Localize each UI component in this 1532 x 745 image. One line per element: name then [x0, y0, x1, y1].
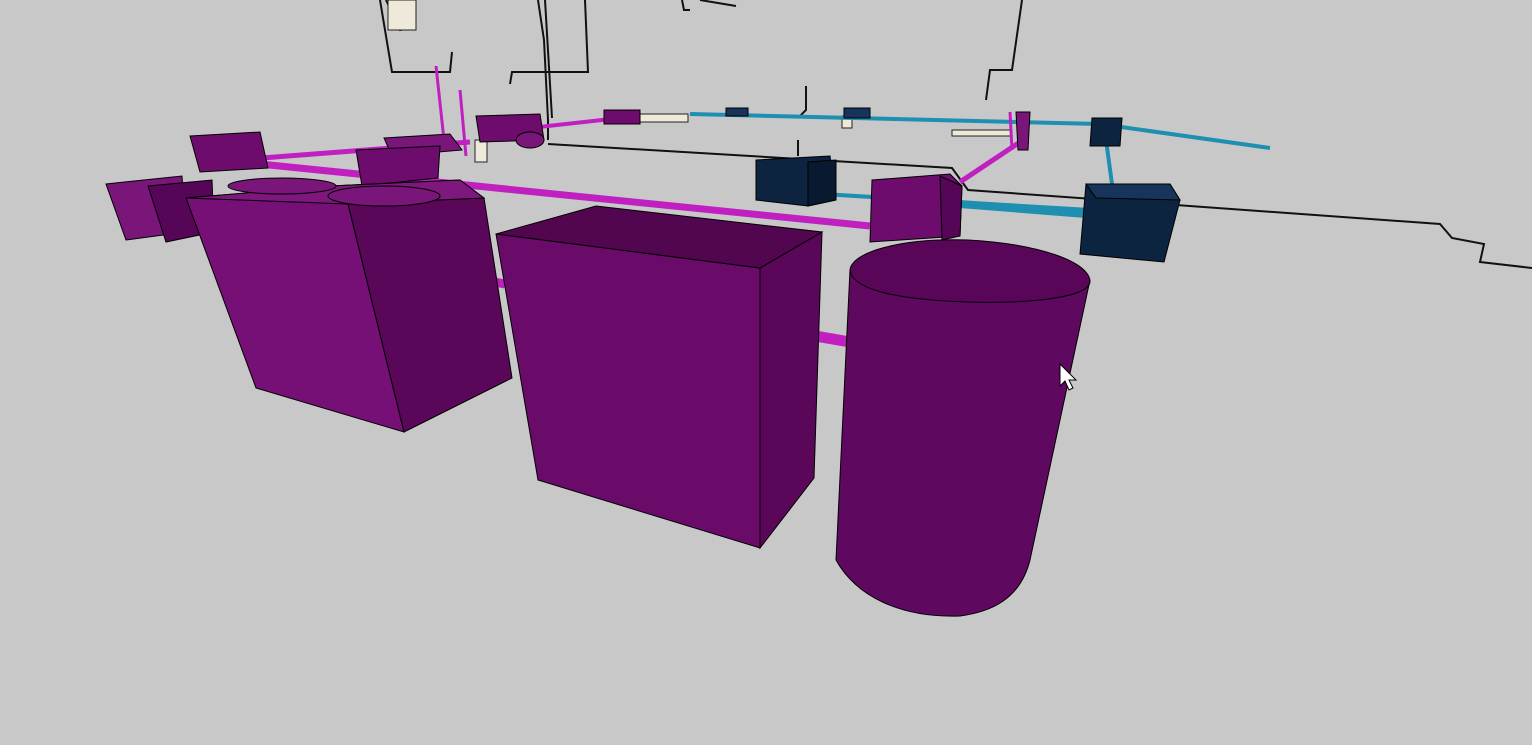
- tank-cylinder[interactable]: [835, 239, 1091, 617]
- cyan-pipe-main: [959, 200, 1087, 218]
- tank-left-hatch-1: [227, 177, 337, 195]
- scene-canvas: [105, 0, 1532, 617]
- tank-middle-front: [495, 233, 761, 549]
- tank-middle[interactable]: [495, 205, 824, 550]
- purple-box-back-left: [189, 131, 269, 173]
- tank-cylinder-body: [835, 269, 1091, 617]
- tank-middle-side: [759, 231, 823, 550]
- 3d-model-viewport[interactable]: [0, 0, 1532, 745]
- tank-left-hatch-2: [327, 185, 441, 207]
- navy-box-top: [1089, 117, 1123, 147]
- tank-cylinder-top: [849, 239, 1091, 303]
- tank-left[interactable]: [185, 177, 513, 433]
